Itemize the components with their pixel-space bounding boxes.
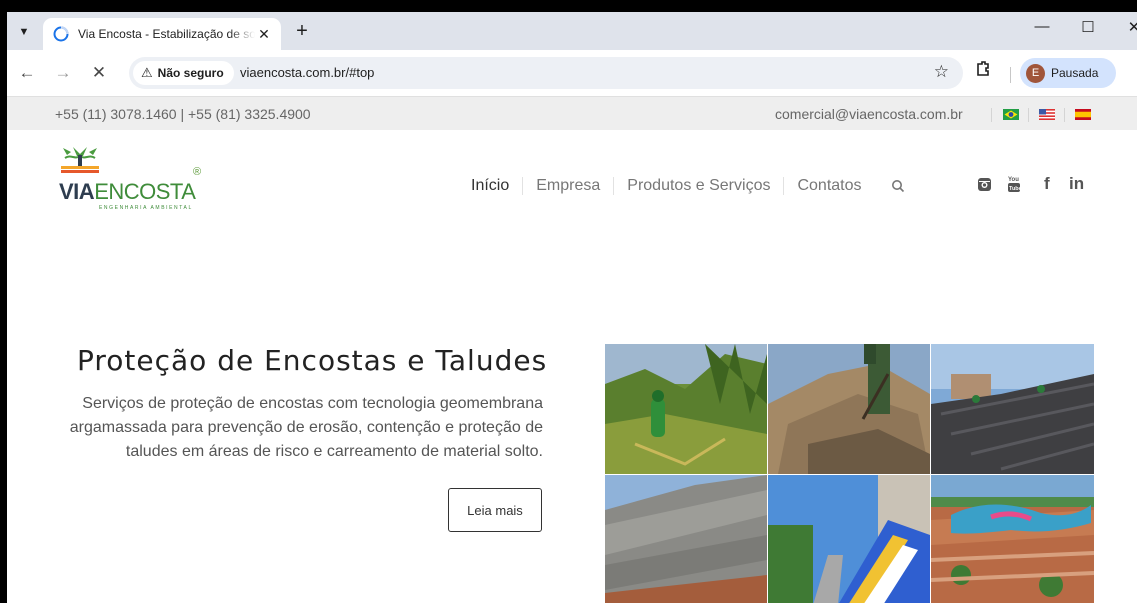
logo-via-text: VIA [59, 179, 95, 204]
hero-description: Serviços de proteção de encostas com tec… [69, 395, 543, 460]
web-page: +55 (11) 3078.1460 | +55 (81) 3325.4900 … [7, 96, 1137, 603]
tab-title: Via Encosta - Estabilização de solos [78, 27, 256, 41]
security-label: Não seguro [157, 66, 224, 80]
gallery-photo-vegetation-clearing [605, 344, 767, 474]
gallery-photo-geomembrane-slope [931, 344, 1094, 474]
maximize-icon[interactable]: ☐ [1073, 18, 1103, 36]
profile-button[interactable]: E Pausada [1020, 58, 1116, 88]
spain-flag-icon[interactable] [1075, 109, 1091, 120]
bookmark-star-icon[interactable]: ☆ [934, 62, 949, 82]
gallery-photo-painted-slope [768, 475, 930, 603]
avatar: E [1026, 63, 1045, 83]
address-bar[interactable]: ⚠ Não seguro viaencosta.com.br/#top ☆ [129, 57, 963, 89]
svg-text:You: You [1008, 177, 1019, 183]
divider [1064, 108, 1065, 122]
main-nav: Início Empresa Produtos e Serviços Conta… [471, 176, 905, 196]
nav-item-produtos-servicos[interactable]: Produtos e Serviços [613, 177, 783, 195]
search-icon[interactable] [891, 179, 905, 193]
warning-icon: ⚠ [141, 65, 153, 80]
hero-title: Proteção de Encostas e Taludes [77, 344, 548, 377]
stop-loading-icon[interactable]: ✕ [87, 62, 111, 84]
new-tab-icon[interactable]: + [291, 21, 313, 43]
security-chip[interactable]: ⚠ Não seguro [133, 61, 234, 85]
divider [1028, 108, 1029, 122]
read-more-button[interactable]: Leia mais [448, 488, 542, 532]
favicon-icon [53, 26, 69, 42]
phone-numbers: +55 (11) 3078.1460 | +55 (81) 3325.4900 [55, 106, 311, 122]
forward-icon[interactable]: → [51, 62, 75, 84]
nav-item-contatos[interactable]: Contatos [783, 177, 874, 195]
profile-label: Pausada [1051, 66, 1099, 80]
linkedin-icon[interactable]: in [1069, 174, 1084, 194]
tab-strip: ▼ Via Encosta - Estabilização de solos ✕… [7, 12, 1137, 50]
site-logo[interactable]: ® VIAENCOSTA ENGENHARIA AMBIENTAL [59, 146, 209, 212]
minimize-icon[interactable]: — [1027, 18, 1057, 35]
tab-close-icon[interactable]: ✕ [255, 26, 273, 43]
extensions-icon[interactable] [974, 60, 992, 78]
instagram-icon[interactable] [977, 177, 992, 192]
gallery-photo-aerial-town [931, 475, 1094, 603]
youtube-icon[interactable]: You Tube [1007, 175, 1021, 193]
toolbar-divider [1010, 67, 1011, 83]
nav-item-inicio[interactable]: Início [471, 177, 522, 195]
usa-flag-icon[interactable] [1039, 109, 1055, 120]
divider [991, 108, 992, 122]
nav-item-empresa[interactable]: Empresa [522, 177, 613, 195]
browser-window: ▼ Via Encosta - Estabilização de solos ✕… [7, 12, 1137, 603]
contact-topbar: +55 (11) 3078.1460 | +55 (81) 3325.4900 … [7, 96, 1137, 130]
url-text[interactable]: viaencosta.com.br/#top [240, 65, 374, 80]
logo-wordmark: VIAENCOSTA [59, 179, 196, 205]
brazil-flag-icon[interactable] [1003, 109, 1019, 120]
logo-encosta-text: ENCOSTA [94, 179, 196, 204]
hero-photo-gallery [605, 344, 1094, 603]
email-link[interactable]: comercial@viaencosta.com.br [775, 106, 963, 122]
registered-mark: ® [193, 166, 202, 178]
browser-toolbar: ← → ✕ ⚠ Não seguro viaencosta.com.br/#to… [7, 50, 1137, 96]
tab-search-icon[interactable]: ▼ [13, 21, 35, 43]
svg-text:Tube: Tube [1009, 186, 1021, 192]
facebook-icon[interactable]: f [1044, 174, 1050, 194]
logo-tagline: ENGENHARIA AMBIENTAL [99, 205, 193, 211]
browser-menu-icon[interactable]: ⋮ [1132, 62, 1137, 82]
gallery-photo-mortar-coating [605, 475, 767, 603]
gallery-photo-slope-worker [768, 344, 930, 474]
tab-active[interactable]: Via Encosta - Estabilização de solos ✕ [43, 18, 281, 50]
back-icon[interactable]: ← [15, 62, 39, 84]
tree-logo-icon [61, 146, 99, 173]
close-window-icon[interactable]: ✕ [1119, 18, 1137, 36]
